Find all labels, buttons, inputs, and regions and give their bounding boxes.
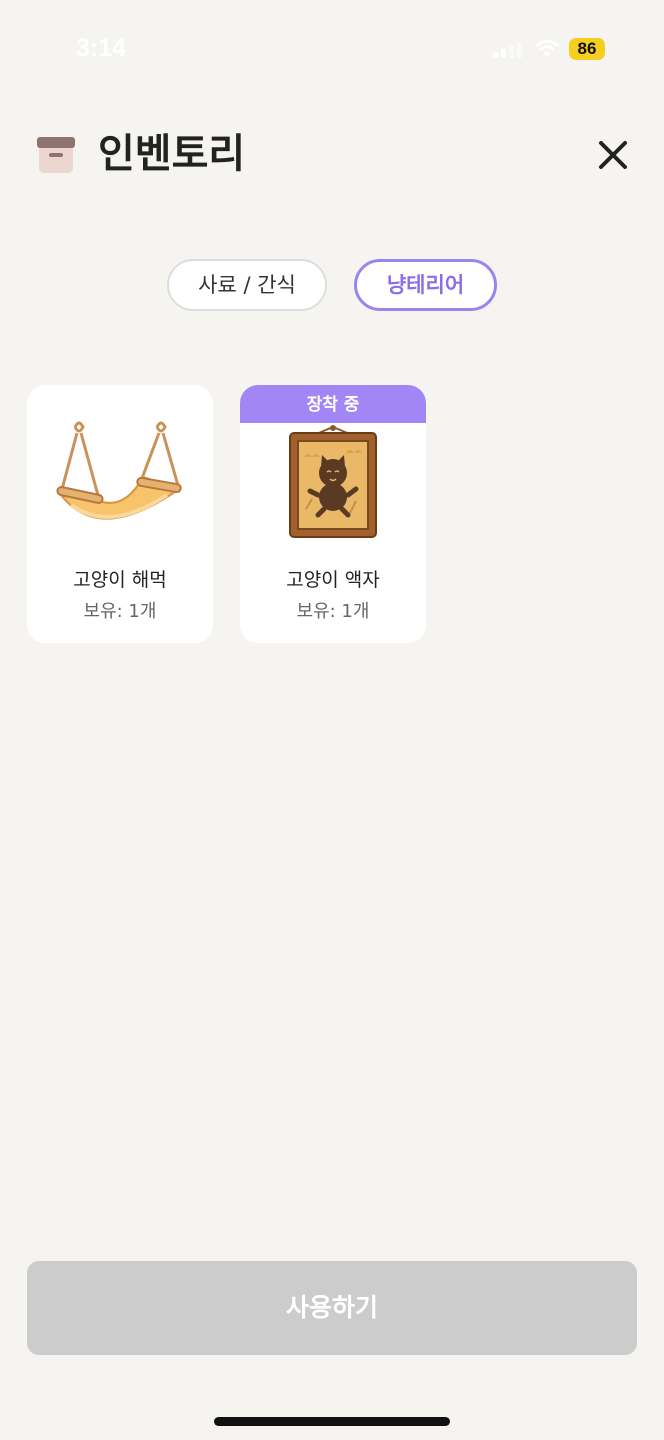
home-indicator — [214, 1417, 450, 1426]
item-card-hammock[interactable]: 고양이 해먹 보유: 1개 — [27, 385, 213, 643]
battery-indicator: 86 — [569, 38, 605, 60]
page-title: 인벤토리 — [98, 131, 246, 177]
archive-box-icon — [37, 137, 75, 173]
close-icon[interactable] — [594, 136, 632, 174]
item-name: 고양이 해먹 — [73, 569, 167, 591]
item-name: 고양이 액자 — [286, 569, 380, 591]
item-count: 보유: 1개 — [83, 601, 157, 622]
wifi-icon — [535, 40, 559, 57]
use-button[interactable]: 사용하기 — [27, 1261, 637, 1355]
item-count: 보유: 1개 — [296, 601, 370, 622]
tab-interior[interactable]: 냥테리어 — [354, 259, 497, 311]
status-time: 3:14 — [76, 34, 127, 62]
cat-picture-frame-icon — [289, 425, 377, 538]
signal-icon — [493, 42, 522, 58]
hammock-icon — [56, 421, 182, 520]
equipped-badge: 장착 중 — [240, 385, 426, 423]
tab-food-snacks[interactable]: 사료 / 간식 — [167, 259, 327, 311]
item-card-cat-frame[interactable]: 장착 중 고양이 액자 보유: 1개 — [240, 385, 426, 643]
inventory-screen: 3:14 86 인벤토리 사료 / 간식 냥테리어 고양이 해먹 보유: 1개 … — [0, 0, 664, 1440]
